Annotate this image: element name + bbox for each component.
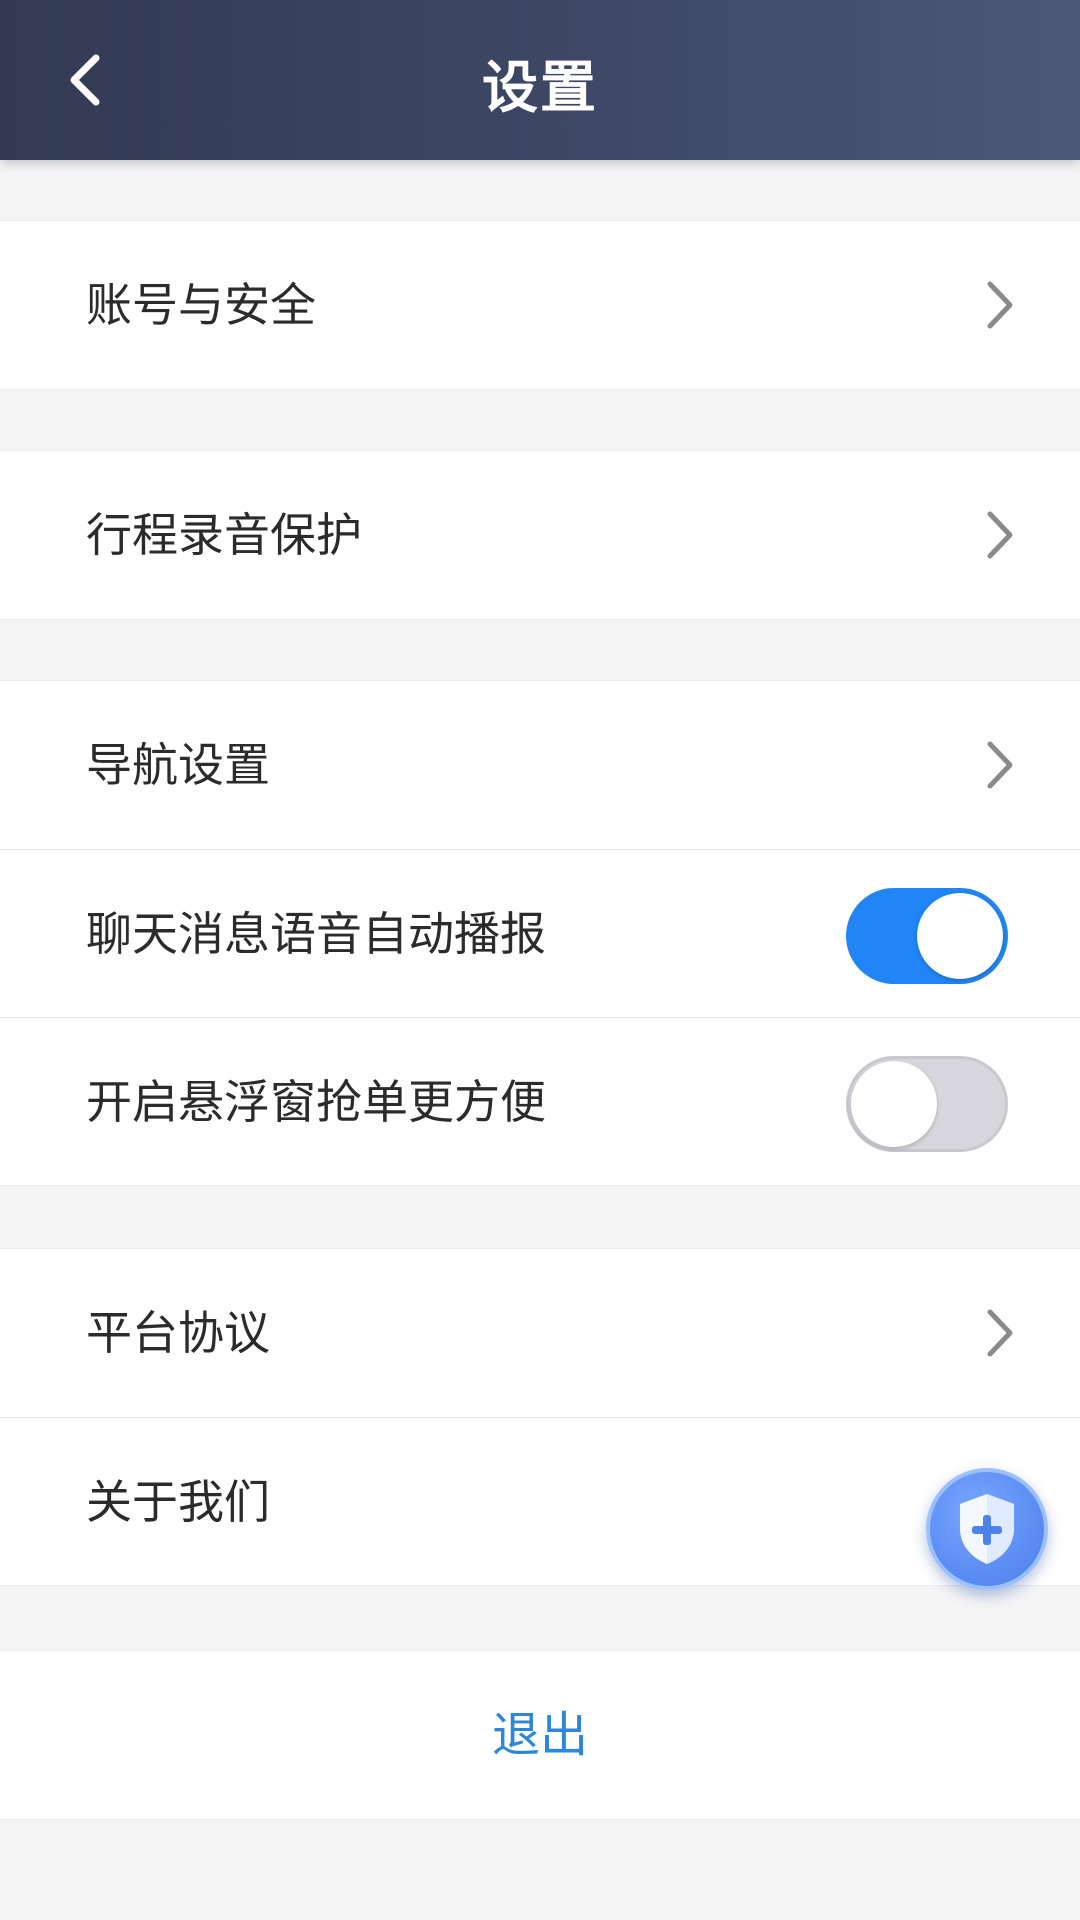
chevron-right-icon [987,1309,1013,1357]
row-about-us[interactable]: 关于我们 [0,1417,1080,1585]
section-recording: 行程录音保护 [0,450,1080,620]
section-navigation: 导航设置 聊天消息语音自动播报 开启悬浮窗抢单更方便 [0,680,1080,1186]
chevron-right-icon [987,511,1013,559]
section-logout: 退出 [0,1650,1080,1820]
chat-voice-toggle[interactable] [846,888,1008,984]
section-account: 账号与安全 [0,220,1080,390]
row-label: 聊天消息语音自动播报 [86,907,546,961]
row-label: 行程录音保护 [86,508,362,562]
row-chat-voice-broadcast: 聊天消息语音自动播报 [0,849,1080,1017]
row-platform-agreement[interactable]: 平台协议 [0,1249,1080,1417]
shield-plus-icon [960,1494,1014,1564]
section-about: 平台协议 关于我们 [0,1248,1080,1586]
logout-button[interactable]: 退出 [0,1651,1080,1819]
toggle-knob [917,893,1003,979]
chevron-right-icon [987,281,1013,329]
chevron-right-icon [987,741,1013,789]
row-label: 关于我们 [86,1475,270,1529]
top-bar: 设置 [0,0,1080,160]
toggle-knob [851,1061,937,1147]
row-navigation-settings[interactable]: 导航设置 [0,681,1080,849]
row-floating-window: 开启悬浮窗抢单更方便 [0,1017,1080,1185]
row-label: 导航设置 [86,738,270,792]
page-title: 设置 [482,56,598,121]
row-label: 开启悬浮窗抢单更方便 [86,1075,546,1129]
row-trip-recording[interactable]: 行程录音保护 [0,451,1080,619]
row-label: 平台协议 [86,1306,270,1360]
row-account-security[interactable]: 账号与安全 [0,221,1080,389]
row-label: 账号与安全 [86,278,316,332]
floating-window-toggle[interactable] [846,1056,1008,1152]
safety-fab-button[interactable] [926,1468,1048,1590]
